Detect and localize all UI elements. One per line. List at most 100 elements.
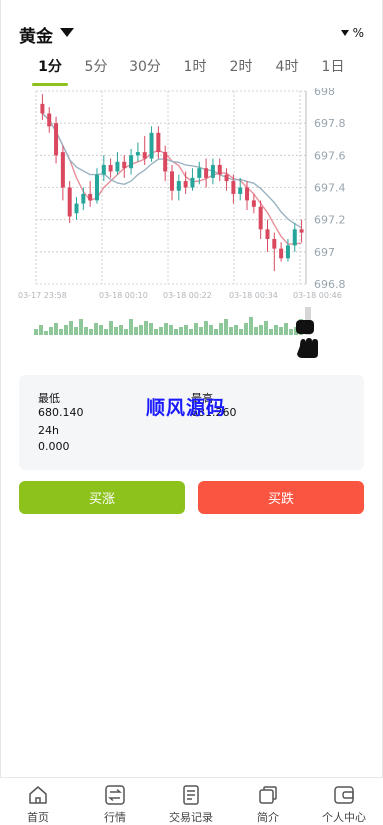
candle-body [197, 168, 202, 178]
candle-body [115, 161, 120, 172]
volume-bar [134, 327, 138, 335]
volume-bar [209, 325, 213, 335]
buy-up-button[interactable]: 买涨 [19, 481, 185, 514]
candle-body [238, 187, 243, 194]
low-value: 680.140 [38, 406, 84, 419]
low-label: 最低 [38, 392, 60, 405]
exchange-icon [105, 785, 125, 805]
tab-4h[interactable]: 4时 [265, 56, 309, 76]
candle-body [285, 245, 290, 259]
candlestick-chart[interactable]: 698 697.8 697.6 697.4 697.2 697 696.8 03-17 23… [0, 85, 383, 360]
candle-body [163, 152, 168, 172]
volume-bar [264, 321, 268, 335]
volume-bar [269, 329, 273, 335]
nav-profile[interactable]: 个人中心 [306, 784, 382, 825]
volume-bar [139, 325, 143, 335]
candle-body [101, 164, 106, 175]
chart-canvas[interactable]: 698 697.8 697.6 697.4 697.2 697 696.8 03-17 23… [0, 85, 383, 360]
wallet-icon [334, 786, 354, 804]
volume-bar [154, 329, 158, 335]
tab-1m[interactable]: 1分 [28, 56, 72, 76]
candle-body [204, 168, 209, 178]
nav-intro[interactable]: 简介 [230, 784, 306, 825]
page-title[interactable]: 黄金 [19, 22, 53, 47]
document-icon [183, 785, 199, 805]
volume-bar [219, 323, 223, 335]
candle-body [245, 187, 250, 201]
volume-bar [124, 329, 128, 335]
x-tick-label: 03-18 00:34 [229, 291, 278, 300]
candle-body [74, 203, 79, 214]
volume-bar [239, 329, 243, 335]
nav-label: 简介 [257, 811, 279, 824]
candle-body [272, 238, 277, 249]
volume-bar [289, 329, 293, 335]
x-tick-label: 03-18 00:22 [163, 291, 212, 300]
candle-body [88, 193, 93, 201]
volume-bar [89, 329, 93, 335]
candle-body [299, 229, 304, 233]
volume-bar [169, 325, 173, 335]
volume-value: 0.000 [38, 440, 70, 453]
volume-bar [279, 327, 283, 335]
volume-bar [164, 323, 168, 335]
volume-bar [119, 325, 123, 335]
candle-body [258, 206, 263, 230]
tab-2h[interactable]: 2时 [219, 56, 263, 76]
volume-bar [259, 325, 263, 335]
candle-body [170, 171, 174, 191]
volume-bar [249, 317, 253, 335]
candle-body [122, 161, 127, 169]
nav-trade-records[interactable]: 交易记录 [153, 784, 229, 825]
candle-body [135, 152, 140, 156]
volume-bar [129, 319, 133, 335]
percent-toggle[interactable]: % [340, 26, 364, 40]
candle-body [54, 123, 59, 156]
volume-bar [104, 329, 108, 335]
caret-down-icon[interactable] [60, 28, 74, 37]
volume-bar [94, 323, 98, 335]
volume-bar [284, 323, 288, 335]
tab-1d[interactable]: 1日 [311, 56, 355, 76]
candle-body [81, 193, 86, 204]
volume-bar [274, 325, 278, 335]
tab-1h[interactable]: 1时 [173, 56, 217, 76]
candle-body [108, 164, 113, 172]
volume-bar [199, 327, 203, 335]
candle-body [176, 181, 181, 191]
tab-30m[interactable]: 30分 [123, 56, 167, 76]
volume-bar [174, 329, 178, 335]
volume-bar [74, 327, 78, 335]
candle-body [47, 113, 52, 127]
tab-5m[interactable]: 5分 [74, 56, 118, 76]
volume-bar [99, 325, 103, 335]
candle-body [60, 152, 65, 188]
period-tabs: 1分 5分 30分 1时 2时 4时 1日 [0, 56, 383, 86]
volume-bar [69, 321, 73, 335]
candle-body [40, 103, 45, 114]
nav-market[interactable]: 行情 [77, 784, 153, 825]
volume-bar [84, 327, 88, 335]
buy-down-button[interactable]: 买跌 [198, 481, 364, 514]
volume-bar [79, 319, 83, 335]
candle-body [251, 200, 256, 207]
candle-body [217, 164, 222, 175]
volume-bar [244, 323, 248, 335]
volume-bar [254, 327, 258, 335]
candle-body [224, 174, 229, 182]
candle-body [94, 174, 99, 201]
y-tick-label: 697.4 [314, 182, 346, 195]
watermark: 顺风源码 [146, 397, 227, 419]
nav-home[interactable]: 首页 [0, 784, 76, 825]
volume-bar [224, 319, 228, 335]
candle-body [129, 155, 134, 169]
candle-body [156, 132, 161, 153]
volume-bar [189, 329, 193, 335]
x-tick-label: 03-17 23:58 [18, 291, 67, 300]
y-tick-label: 697.2 [314, 214, 346, 227]
candle-body [149, 132, 154, 159]
volume-bar [234, 325, 238, 335]
volume-bar [34, 329, 38, 335]
y-tick-label: 697 [314, 246, 335, 259]
candle-body [265, 229, 270, 239]
